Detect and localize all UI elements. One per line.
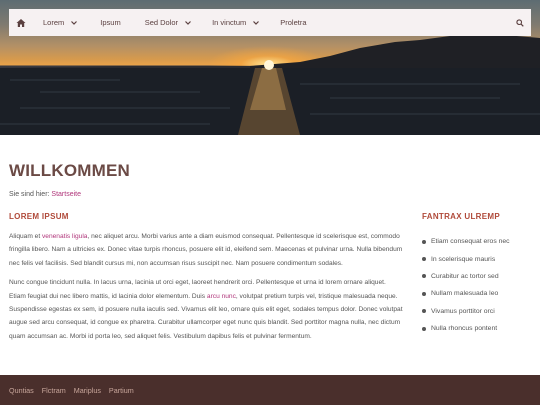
list-item[interactable]: Curabitur ac tortor sed bbox=[422, 268, 537, 285]
inline-link[interactable]: venenatis ligula bbox=[42, 233, 87, 240]
sidebar-list: Etiam consequat eros nec In scelerisque … bbox=[422, 233, 537, 337]
main-content: LOREM IPSUM Aliquam et venenatis ligula,… bbox=[9, 212, 404, 349]
list-item-label: In scelerisque mauris bbox=[431, 255, 496, 263]
footer-link[interactable]: Quntias bbox=[9, 386, 34, 395]
paragraph: Nunc congue tincidunt nulla. In lacus ur… bbox=[9, 276, 404, 343]
main-nav: Lorem Ipsum Sed Dolor In vinctum Proletr… bbox=[9, 9, 531, 36]
breadcrumb: Sie sind hier: Startseite bbox=[9, 191, 81, 198]
paragraph-text: Aliquam et bbox=[9, 233, 42, 240]
list-item[interactable]: In scelerisque mauris bbox=[422, 250, 537, 267]
search-button[interactable] bbox=[509, 9, 531, 36]
footer-link[interactable]: Partium bbox=[109, 386, 134, 395]
paragraph: Aliquam et venenatis ligula, nec aliquet… bbox=[9, 230, 404, 270]
bullet-icon bbox=[422, 239, 426, 244]
breadcrumb-link-home[interactable]: Startseite bbox=[51, 191, 81, 198]
footer-link[interactable]: Mariplus bbox=[74, 386, 101, 395]
sidebar: FANTRAX ULREMP Etiam consequat eros nec … bbox=[422, 212, 537, 337]
chevron-down-icon bbox=[185, 20, 191, 25]
chevron-down-icon bbox=[253, 20, 260, 25]
home-icon bbox=[16, 18, 26, 27]
list-item[interactable]: Nulla rhoncus pontent bbox=[422, 320, 537, 337]
nav-item-label: In vinctum bbox=[212, 18, 247, 27]
list-item[interactable]: Etiam consequat eros nec bbox=[422, 233, 537, 250]
main-heading: LOREM IPSUM bbox=[9, 212, 69, 221]
list-item-label: Nullam malesuada leo bbox=[431, 290, 499, 298]
bullet-icon bbox=[422, 274, 426, 279]
list-item-label: Curabitur ac tortor sed bbox=[431, 272, 499, 280]
nav-item-label: Proletra bbox=[280, 18, 307, 27]
list-item-label: Nulla rhoncus pontent bbox=[431, 325, 498, 333]
nav-item-sed-dolor[interactable]: Sed Dolor bbox=[135, 9, 202, 36]
bullet-icon bbox=[422, 309, 426, 314]
list-item[interactable]: Vivamus porttitor orci bbox=[422, 303, 537, 320]
nav-item-in-vinctum[interactable]: In vinctum bbox=[202, 9, 270, 36]
list-item-label: Vivamus porttitor orci bbox=[431, 307, 495, 315]
list-item[interactable]: Nullam malesuada leo bbox=[422, 285, 537, 302]
footer: Quntias Flctram Mariplus Partium bbox=[0, 375, 540, 405]
page-title: WILLKOMMEN bbox=[9, 161, 130, 180]
chevron-down-icon bbox=[71, 20, 78, 25]
sidebar-heading: FANTRAX ULREMP bbox=[422, 212, 500, 221]
home-button[interactable] bbox=[9, 9, 33, 36]
nav-item-lorem[interactable]: Lorem bbox=[33, 9, 88, 36]
list-item-label: Etiam consequat eros nec bbox=[431, 238, 510, 246]
bullet-icon bbox=[422, 257, 426, 262]
nav-item-ipsum[interactable]: Ipsum bbox=[88, 9, 134, 36]
bullet-icon bbox=[422, 291, 426, 296]
inline-link[interactable]: arcu nunc bbox=[207, 293, 236, 300]
footer-link[interactable]: Flctram bbox=[42, 386, 66, 395]
nav-item-proletra[interactable]: Proletra bbox=[270, 9, 316, 36]
breadcrumb-prefix: Sie sind hier: bbox=[9, 191, 50, 198]
nav-item-label: Ipsum bbox=[100, 18, 121, 27]
bullet-icon bbox=[422, 326, 426, 331]
nav-item-label: Lorem bbox=[43, 18, 65, 27]
nav-item-label: Sed Dolor bbox=[144, 18, 179, 27]
search-icon bbox=[516, 18, 524, 27]
